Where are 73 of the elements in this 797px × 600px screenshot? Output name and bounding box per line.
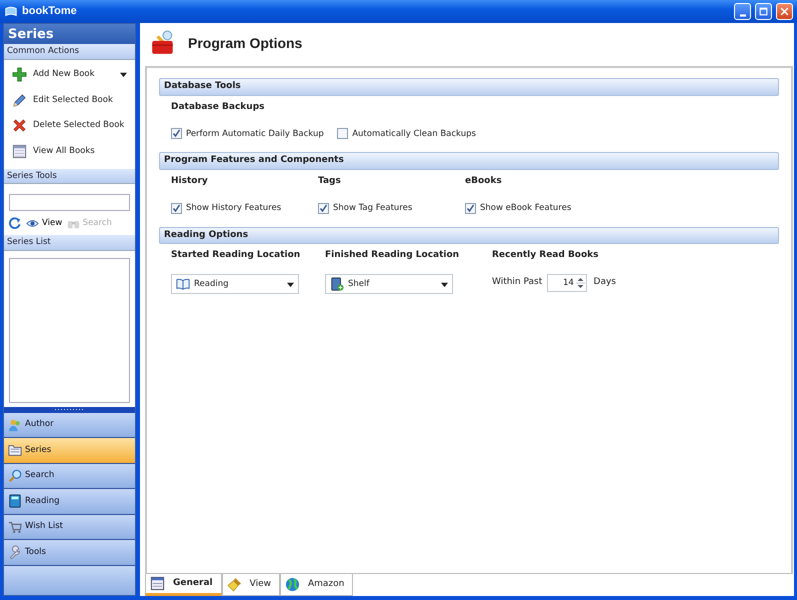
checkbox[interactable]: Show History Features bbox=[171, 202, 282, 214]
label: Within Past bbox=[492, 276, 542, 290]
label: Days bbox=[594, 276, 616, 290]
folder-icon bbox=[8, 443, 22, 458]
checkbox[interactable]: Automatically Clean Backups bbox=[337, 128, 476, 140]
globe-icon bbox=[284, 577, 300, 592]
checkbox[interactable]: Perform Automatic Daily Backup bbox=[171, 128, 324, 140]
checkmark-icon bbox=[172, 204, 181, 213]
minimize-icon bbox=[738, 14, 746, 16]
close-button[interactable] bbox=[776, 3, 793, 20]
window-icon bbox=[150, 576, 165, 591]
close-icon bbox=[779, 6, 790, 17]
checkbox[interactable]: Show eBook Features bbox=[465, 202, 572, 214]
window-title: bookTome bbox=[22, 4, 77, 20]
app-icon bbox=[4, 4, 18, 18]
checkmark-icon bbox=[319, 204, 328, 213]
nav-button[interactable]: Author bbox=[4, 412, 135, 438]
caret-icon bbox=[287, 280, 294, 288]
search-field[interactable] bbox=[9, 194, 130, 212]
caret-icon bbox=[441, 280, 448, 288]
tab[interactable]: General bbox=[145, 574, 222, 596]
brush-icon bbox=[226, 577, 242, 592]
nav-button[interactable]: Reading bbox=[4, 489, 135, 514]
calendar-icon bbox=[12, 144, 27, 159]
group-heading: Finished Reading Location bbox=[325, 249, 460, 262]
page-title: Program Options bbox=[188, 34, 302, 53]
refresh-button[interactable] bbox=[8, 217, 22, 230]
close-icon bbox=[12, 118, 27, 134]
number-spinner[interactable]: 14 bbox=[546, 274, 587, 292]
section-header: Reading Options bbox=[159, 226, 779, 244]
maximize-icon bbox=[758, 6, 769, 17]
group-heading: Started Reading Location bbox=[171, 249, 302, 262]
nav-button[interactable]: Series bbox=[4, 438, 135, 464]
tab[interactable]: View bbox=[222, 574, 280, 596]
section-header: Series List bbox=[4, 234, 135, 250]
group-heading: Tags bbox=[318, 174, 342, 188]
nav-button[interactable]: Wish List bbox=[4, 514, 135, 540]
people-icon bbox=[8, 418, 22, 432]
tab[interactable]: Amazon bbox=[280, 574, 354, 596]
refresh-icon bbox=[8, 217, 22, 230]
minimize-button[interactable] bbox=[734, 3, 751, 20]
group-heading: eBooks bbox=[465, 174, 503, 188]
dropdown[interactable]: Reading bbox=[171, 274, 299, 294]
checkmark-icon bbox=[466, 204, 475, 213]
tool-button[interactable]: View bbox=[26, 217, 62, 230]
group-heading: History bbox=[171, 174, 209, 188]
maximize-button[interactable] bbox=[755, 3, 772, 20]
section-header: Series Tools bbox=[4, 168, 135, 184]
dropdown[interactable]: Shelf bbox=[325, 274, 453, 294]
group-heading: Recently Read Books bbox=[492, 249, 600, 262]
nav-button[interactable]: Tools bbox=[4, 540, 135, 566]
wrench-icon bbox=[8, 545, 22, 560]
open-book-icon bbox=[176, 277, 190, 291]
nav-button[interactable]: Search bbox=[4, 464, 135, 489]
action-item[interactable]: Delete Selected Book bbox=[4, 113, 135, 138]
book-icon bbox=[330, 277, 344, 291]
section-header: Program Features and Components bbox=[159, 152, 779, 170]
action-item[interactable]: Add New Book bbox=[4, 62, 135, 88]
cart-icon bbox=[8, 520, 22, 534]
grip-icon[interactable] bbox=[54, 408, 84, 411]
section-header: Common Actions bbox=[4, 44, 135, 60]
action-item[interactable]: View All Books bbox=[4, 138, 135, 164]
action-item[interactable]: Edit Selected Book bbox=[4, 88, 135, 113]
book-icon bbox=[8, 494, 22, 508]
group-heading: Database Backups bbox=[171, 100, 266, 114]
search-icon bbox=[8, 468, 22, 483]
plus-icon bbox=[12, 67, 27, 82]
toolbox-icon bbox=[150, 30, 176, 56]
section-header: Database Tools bbox=[159, 78, 779, 96]
checkmark-icon bbox=[172, 129, 181, 138]
pencil-icon bbox=[12, 92, 27, 108]
sidebar-title: Series bbox=[4, 24, 135, 44]
checkbox[interactable]: Show Tag Features bbox=[318, 202, 412, 214]
